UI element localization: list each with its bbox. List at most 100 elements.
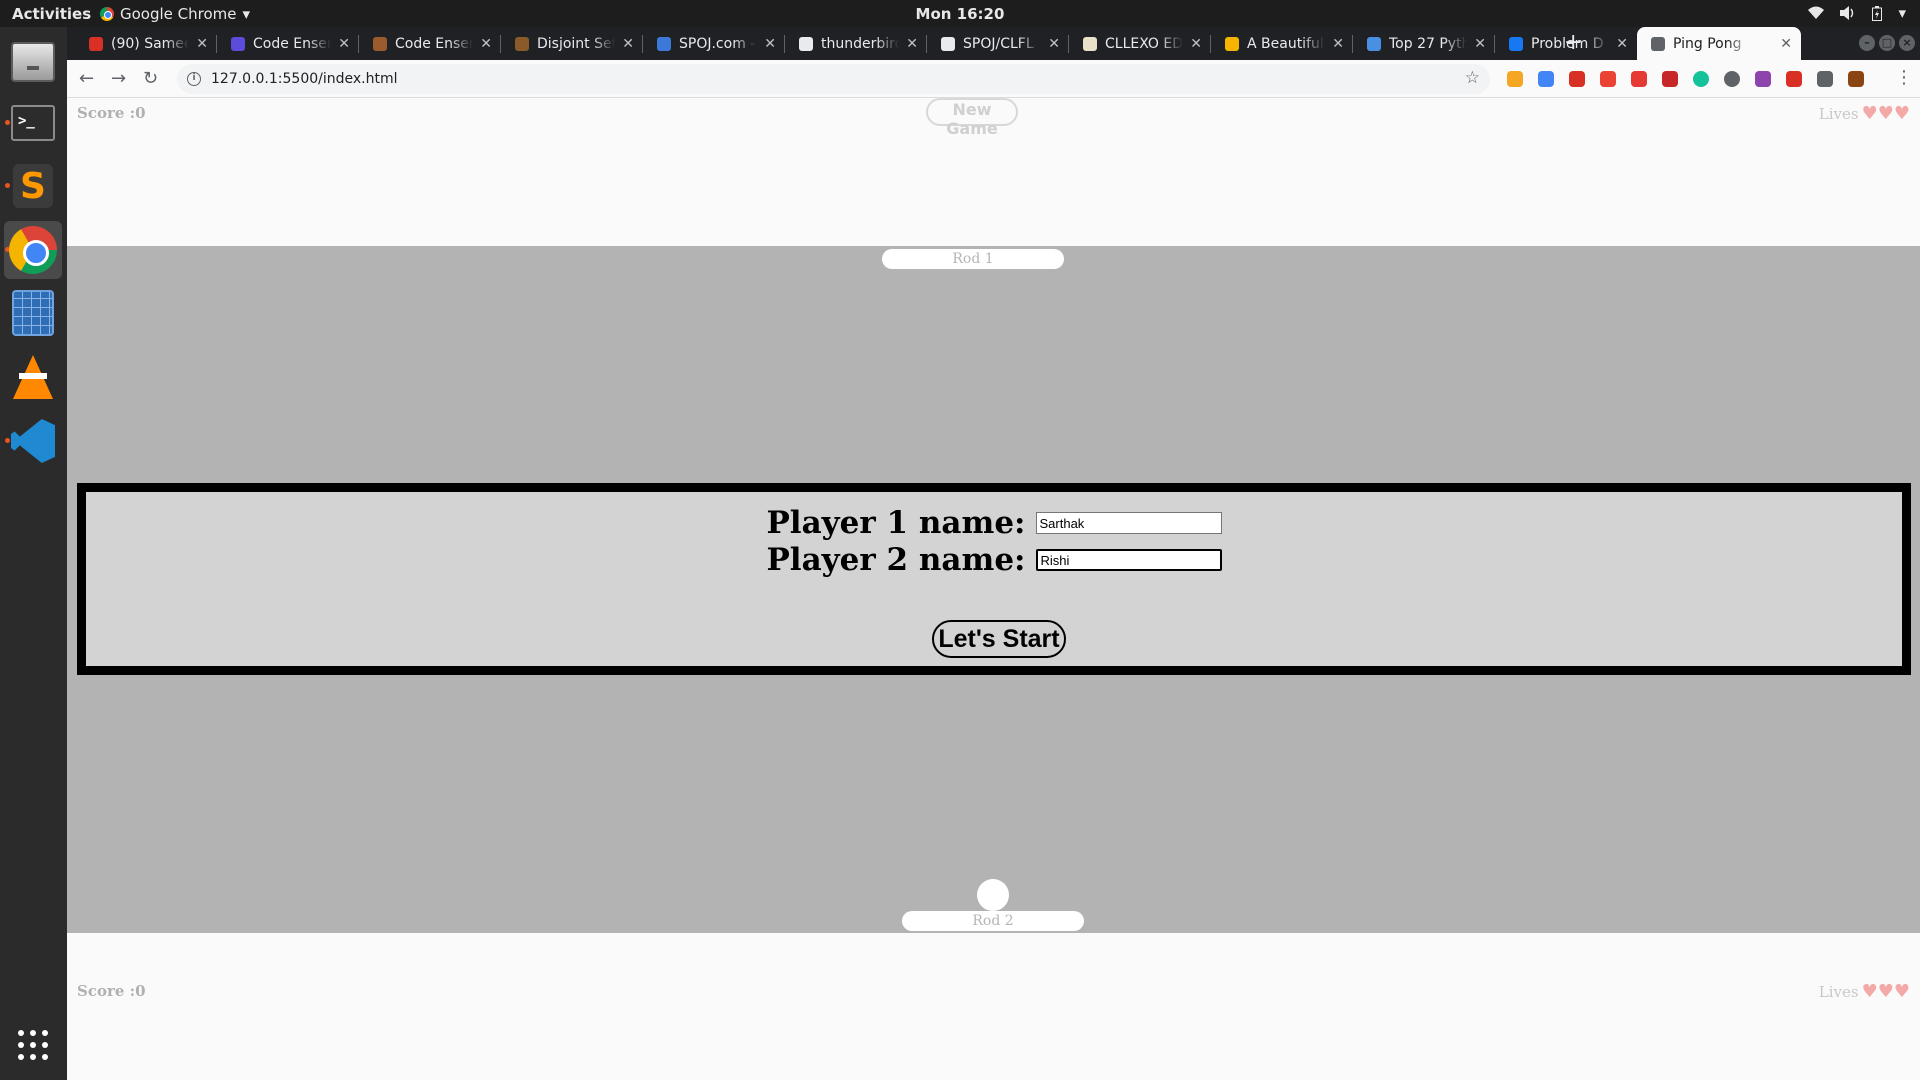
tab-close-icon[interactable]: ✕ — [1780, 36, 1792, 52]
tab-title: Disjoint Set — [537, 35, 615, 52]
tab-favicon-icon — [1367, 36, 1381, 51]
dock-vscode[interactable] — [4, 412, 62, 470]
player2-name-input[interactable] — [1035, 549, 1222, 571]
tab-close-icon[interactable]: ✕ — [1616, 36, 1628, 52]
system-tray[interactable]: ▾ — [1808, 4, 1906, 22]
extension-icon[interactable] — [1755, 71, 1771, 87]
tab-close-icon[interactable]: ✕ — [764, 36, 776, 52]
browser-tab[interactable]: Disjoint Set ✕ — [501, 27, 643, 60]
extension-icon[interactable] — [1662, 71, 1678, 87]
reload-icon[interactable]: ↻ — [143, 68, 158, 89]
extension-icon[interactable] — [1786, 71, 1802, 87]
tab-close-icon[interactable]: ✕ — [1190, 36, 1202, 52]
tab-close-icon[interactable]: ✕ — [338, 36, 350, 52]
browser-tab[interactable]: A Beautiful ✕ — [1211, 27, 1353, 60]
tab-title: Code Ensemble — [253, 35, 331, 52]
tab-favicon-icon — [657, 36, 671, 51]
site-info-icon[interactable]: i — [187, 72, 201, 86]
vlc-icon — [13, 355, 53, 399]
clock[interactable]: Mon 16:20 — [916, 5, 1005, 23]
dock-vlc[interactable] — [4, 348, 62, 406]
browser-tab[interactable]: Ping Pong ✕ — [1637, 27, 1801, 60]
activities-button[interactable]: Activities — [12, 5, 91, 23]
app-menu[interactable]: Google Chrome ▾ — [100, 5, 250, 23]
tab-close-icon[interactable]: ✕ — [906, 36, 918, 52]
url-text: 127.0.0.1:5500/index.html — [211, 71, 398, 87]
forward-icon[interactable]: → — [111, 68, 126, 89]
browser-tab[interactable]: CLLEXO ED ✕ — [1069, 27, 1211, 60]
show-applications-icon[interactable] — [18, 1030, 48, 1060]
browser-tab[interactable]: (90) Sameer ✕ — [75, 27, 217, 60]
address-bar[interactable]: i 127.0.0.1:5500/index.html ☆ — [177, 64, 1490, 94]
player2-label: Player 2 name: — [766, 542, 1026, 578]
battery-icon — [1872, 5, 1883, 21]
minimize-window-icon[interactable]: – — [1859, 35, 1875, 51]
dock-files[interactable] — [4, 33, 62, 91]
dock-terminal[interactable]: >_ — [4, 94, 62, 152]
tab-favicon-icon — [515, 36, 529, 51]
lets-start-button[interactable]: Let's Start — [932, 620, 1066, 658]
heart-icon: ♥ — [1877, 981, 1894, 1002]
extension-icon[interactable] — [1600, 71, 1616, 87]
running-indicator — [5, 438, 10, 443]
bookmark-star-icon[interactable]: ☆ — [1465, 68, 1480, 88]
dock: >_ S — [0, 27, 67, 1080]
rod-2: Rod 2 — [902, 911, 1084, 931]
extension-icon[interactable] — [1507, 71, 1523, 87]
extension-icon[interactable] — [1631, 71, 1647, 87]
tab-title: (90) Sameer — [111, 35, 189, 52]
tab-favicon-icon — [1083, 36, 1097, 51]
extension-icon[interactable] — [1817, 71, 1833, 87]
player1-name-input[interactable] — [1035, 512, 1222, 534]
maximize-window-icon[interactable]: □ — [1879, 35, 1895, 51]
extension-icon[interactable] — [1693, 71, 1709, 87]
tab-close-icon[interactable]: ✕ — [1048, 36, 1060, 52]
sublime-text-icon: S — [13, 164, 53, 208]
browser-tab[interactable]: Top 27 Pyth ✕ — [1353, 27, 1495, 60]
player1-label: Player 1 name: — [766, 505, 1026, 541]
system-top-bar: Activities Google Chrome ▾ Mon 16:20 ▾ — [0, 0, 1920, 27]
tab-title: SPOJ/CLFL — [963, 35, 1034, 52]
tab-close-icon[interactable]: ✕ — [196, 36, 208, 52]
dock-sublime[interactable]: S — [4, 157, 62, 215]
player-name-dialog: Player 1 name: Player 2 name: Let's Star… — [77, 483, 1911, 675]
extension-icon[interactable] — [1848, 71, 1864, 87]
volume-icon — [1840, 6, 1854, 20]
tab-favicon-icon — [373, 36, 387, 51]
tab-favicon-icon — [89, 36, 103, 51]
lives-hearts: ♥♥♥ — [1862, 981, 1910, 1002]
tab-title: Ping Pong — [1673, 35, 1742, 52]
tab-close-icon[interactable]: ✕ — [1474, 36, 1486, 52]
browser-tab[interactable]: Code Ensemble ✕ — [217, 27, 359, 60]
new-tab-button[interactable]: + — [1564, 30, 1582, 55]
tab-close-icon[interactable]: ✕ — [1332, 36, 1344, 52]
chrome-icon — [9, 226, 57, 274]
dock-chrome[interactable] — [4, 221, 62, 279]
browser-tab[interactable]: thunderbird ✕ — [785, 27, 927, 60]
top-score: Score :0 — [77, 104, 146, 122]
calculator-icon — [12, 290, 54, 336]
ball — [977, 879, 1009, 911]
extension-icon[interactable] — [1538, 71, 1554, 87]
tab-close-icon[interactable]: ✕ — [480, 36, 492, 52]
tab-favicon-icon — [1651, 36, 1665, 51]
close-window-icon[interactable]: × — [1899, 35, 1915, 51]
more-menu-icon[interactable]: ⋮ — [1895, 67, 1913, 88]
vscode-icon — [11, 419, 55, 463]
browser-tab[interactable]: SPOJ.com - ✕ — [643, 27, 785, 60]
dock-calculator[interactable] — [4, 284, 62, 342]
browser-tab[interactable]: SPOJ/CLFL ✕ — [927, 27, 1069, 60]
new-game-button[interactable]: New Game — [926, 98, 1018, 138]
tab-favicon-icon — [231, 36, 245, 51]
tab-favicon-icon — [799, 36, 813, 51]
extension-icon[interactable] — [1724, 71, 1740, 87]
tab-strip: (90) Sameer ✕ Code Ensemble ✕ Code Ensemble ✕… — [67, 27, 1920, 60]
tab-title: Code Ensemble — [395, 35, 473, 52]
back-icon[interactable]: ← — [79, 68, 94, 89]
browser-tab[interactable]: Code Ensemble ✕ — [359, 27, 501, 60]
heart-icon: ♥ — [1861, 103, 1878, 124]
top-lives: Lives ♥♥♥ — [1819, 103, 1910, 124]
extension-icon[interactable] — [1569, 71, 1585, 87]
tab-close-icon[interactable]: ✕ — [622, 36, 634, 52]
tab-title: A Beautiful — [1247, 35, 1324, 52]
